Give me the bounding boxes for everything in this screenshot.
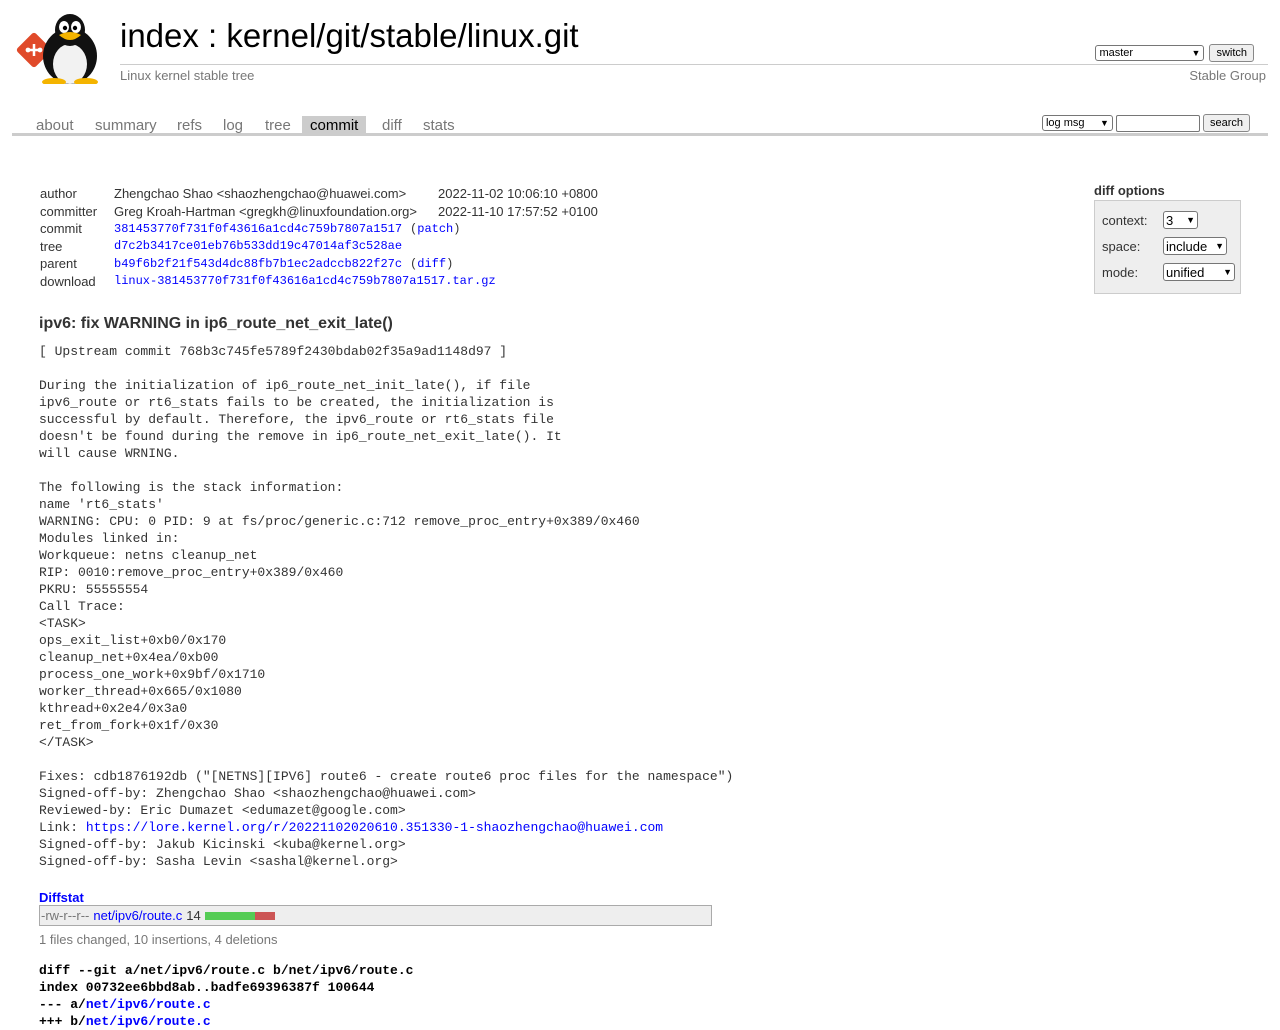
commit-subject: ipv6: fix WARNING in ip6_route_net_exit_… (39, 315, 393, 332)
file-mode: -rw-r--r-- (41, 908, 90, 923)
commit-hash-link[interactable]: 381453770f731f0f43616a1cd4c759b7807a1517 (114, 222, 402, 236)
cgit-logo[interactable] (14, 12, 110, 86)
mode-select[interactable]: unified ▼ (1163, 263, 1235, 281)
parent-row: parent b49f6b2f21f543d4dc88fb7b1ec2adccb… (40, 255, 496, 273)
author-date: 2022-11-02 10:06:10 +0800 (438, 186, 598, 202)
search-input[interactable] (1115, 114, 1200, 132)
tab-summary[interactable]: summary (87, 116, 165, 135)
download-label: download (40, 273, 96, 289)
repo-owner: Stable Group (1189, 68, 1266, 83)
author-label: author (40, 186, 77, 202)
committer-date: 2022-11-10 17:57:52 +0100 (438, 203, 598, 219)
parent-hash-link[interactable]: b49f6b2f21f543d4dc88fb7b1ec2adccb822f27c (114, 257, 402, 271)
committer-label: committer (40, 203, 98, 219)
diff-file-header: diff --git a/net/ipv6/route.c b/net/ipv6… (39, 962, 413, 1030)
lore-link[interactable]: https://lore.kernel.org/r/20221102020610… (86, 820, 663, 835)
search-form: log msg ▼ search (1041, 114, 1250, 132)
diff-new-file-link[interactable]: net/ipv6/route.c (86, 1014, 211, 1029)
parent-diff-link[interactable]: diff (417, 257, 446, 271)
diff-old-file-link[interactable]: net/ipv6/route.c (86, 997, 211, 1012)
search-mode-value: log msg (1045, 117, 1085, 129)
context-value: 3 (1166, 212, 1174, 228)
mode-option: mode: unified ▼ (1102, 263, 1235, 281)
space-select[interactable]: include ▼ (1163, 237, 1227, 255)
mode-label: mode: (1102, 264, 1139, 280)
diffstat-header-link[interactable]: Diffstat (39, 890, 84, 905)
committer-value: Greg Kroah-Hartman <gregkh@linuxfoundati… (114, 203, 417, 219)
commit-row: commit 381453770f731f0f43616a1cd4c759b78… (40, 220, 496, 238)
download-row: download linux-381453770f731f0f43616a1cd… (40, 273, 496, 291)
tab-about[interactable]: about (28, 116, 82, 135)
context-label: context: (1102, 212, 1148, 228)
context-select[interactable]: 3 ▼ (1163, 211, 1198, 229)
tab-tree[interactable]: tree (257, 116, 299, 135)
space-label: space: (1102, 238, 1141, 254)
diffstat-change-count: 14 (186, 908, 201, 923)
diff-options-box: context: 3 ▼ space: include ▼ mode: unif… (1094, 200, 1241, 294)
diffstat-bar (204, 911, 275, 920)
space-option: space: include ▼ (1102, 237, 1227, 255)
context-option: context: 3 ▼ (1102, 211, 1198, 229)
tab-commit[interactable]: commit (302, 116, 367, 135)
branch-switch-form: master ▼ switch (1095, 44, 1254, 62)
tab-refs[interactable]: refs (169, 116, 210, 135)
git-tux-logo-icon (16, 14, 98, 86)
author-row: author Zhengchao Shao <shaozhengchao@hua… (40, 185, 598, 203)
chevron-down-icon: ▼ (1186, 215, 1195, 225)
commit-info-table: author Zhengchao Shao <shaozhengchao@hua… (40, 185, 598, 291)
diff-close-paren: ) (446, 256, 454, 271)
parent-label: parent (40, 256, 77, 272)
tab-diff[interactable]: diff (374, 116, 410, 135)
search-button[interactable]: search (1202, 114, 1250, 132)
repo-description: Linux kernel stable tree (120, 68, 255, 83)
download-link[interactable]: linux-381453770f731f0f43616a1cd4c759b780… (114, 274, 496, 288)
author-value: Zhengchao Shao <shaozhengchao@huawei.com… (114, 186, 407, 202)
patch-link[interactable]: patch (417, 222, 453, 236)
mode-value: unified (1166, 264, 1205, 280)
deletions-bar (254, 911, 275, 920)
header-divider (120, 64, 1268, 65)
space-value: include (1166, 238, 1208, 254)
message-signoffs: Signed-off-by: Jakub Kicinski <kuba@kern… (39, 837, 406, 869)
diff-options-title: diff options (1094, 183, 1165, 198)
committer-row: committer Greg Kroah-Hartman <gregkh@lin… (40, 203, 598, 221)
commit-label: commit (40, 221, 82, 237)
branch-select[interactable]: master ▼ (1095, 45, 1205, 61)
branch-select-value: master (1099, 47, 1134, 59)
chevron-down-icon: ▼ (1191, 48, 1201, 58)
diff-index-line: index 00732ee6bbd8ab..badfe69396387f 100… (39, 980, 375, 995)
diffstat-file-link[interactable]: net/ipv6/route.c (93, 908, 182, 923)
chevron-down-icon: ▼ (1223, 267, 1232, 277)
diff-options-panel: diff options context: 3 ▼ space: include… (1094, 183, 1241, 294)
switch-button[interactable]: switch (1209, 44, 1254, 62)
tab-stats[interactable]: stats (415, 116, 463, 135)
tree-row: tree d7c2b3417ce01eb76b533dd19c47014af3c… (40, 238, 496, 256)
diff-git-line: diff --git a/net/ipv6/route.c b/net/ipv6… (39, 963, 414, 978)
chevron-down-icon: ▼ (1100, 118, 1109, 128)
diff-new-prefix: +++ b/ (39, 1014, 86, 1029)
tree-hash-link[interactable]: d7c2b3417ce01eb76b533dd19c47014af3c528ae (114, 239, 402, 253)
diffstat-table: -rw-r--r-- net/ipv6/route.c 14 (39, 905, 712, 926)
diffstat-summary: 1 files changed, 10 insertions, 4 deleti… (39, 932, 278, 947)
repo-title[interactable]: index : kernel/git/stable/linux.git (120, 17, 579, 55)
message-body: [ Upstream commit 768b3c745fe5789f2430bd… (39, 344, 734, 835)
diff-old-prefix: --- a/ (39, 997, 86, 1012)
chevron-down-icon: ▼ (1215, 241, 1224, 251)
patch-close-paren: ) (453, 221, 461, 236)
tree-label: tree (40, 238, 63, 254)
insertions-bar (204, 911, 255, 920)
tab-log[interactable]: log (215, 116, 251, 135)
commit-message: [ Upstream commit 768b3c745fe5789f2430bd… (39, 343, 733, 870)
search-mode-select[interactable]: log msg ▼ (1041, 115, 1113, 131)
